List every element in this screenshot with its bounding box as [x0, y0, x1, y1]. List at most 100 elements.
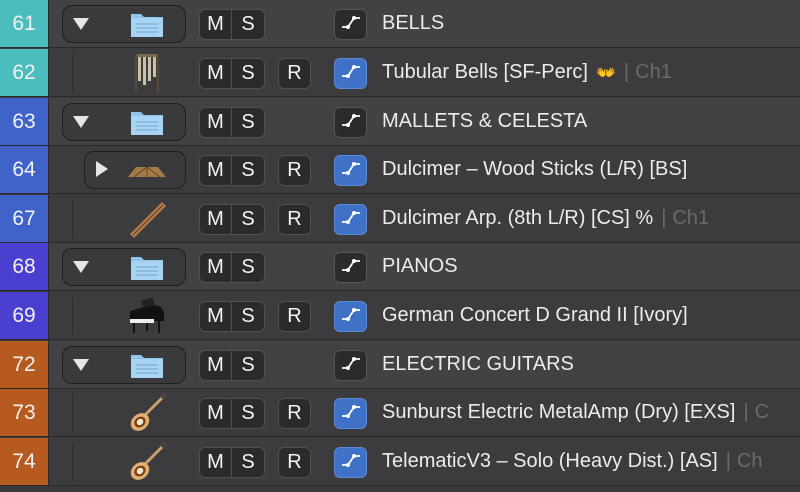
mute-button[interactable]: M	[199, 107, 232, 138]
electric-guitar-icon	[124, 390, 170, 436]
solo-button[interactable]: S	[232, 204, 265, 235]
folder-track-row[interactable]: 61 M S BELLS	[0, 0, 800, 48]
mute-button[interactable]: M	[199, 252, 232, 283]
track-number: 73	[0, 389, 49, 436]
solo-button[interactable]: S	[232, 350, 265, 381]
track-name-text: German Concert D Grand II [Ivory]	[382, 304, 688, 326]
disclosure-triangle-expanded-icon[interactable]	[73, 18, 89, 30]
automation-curve-icon	[340, 404, 362, 423]
disclosure-triangle-expanded-icon[interactable]	[73, 359, 89, 371]
record-enable-button[interactable]: R	[278, 398, 311, 429]
automation-button[interactable]	[334, 252, 367, 283]
track-name[interactable]: Sunburst Electric MetalAmp (Dry) [EXS] | C	[382, 389, 769, 436]
midi-channel-label: Ch1	[672, 207, 710, 229]
dulcimer-icon	[124, 147, 170, 193]
track-row[interactable]: 64 M S R Dulcimer – Wood Sticks (L/R) [BS]	[0, 146, 800, 194]
track-name[interactable]: PIANOS	[382, 243, 458, 290]
automation-button[interactable]	[334, 301, 367, 332]
folder-icon	[130, 351, 164, 379]
track-row[interactable]: 69 M S R German Concert D Grand II [Ivory]	[0, 292, 800, 340]
record-enable-button[interactable]: R	[278, 301, 311, 332]
automation-button[interactable]	[334, 155, 367, 186]
track-name[interactable]: MALLETS & CELESTA	[382, 98, 587, 145]
track-number: 63	[0, 98, 49, 145]
automation-button[interactable]	[334, 9, 367, 40]
record-enable-button[interactable]: R	[278, 204, 311, 235]
disclosure-triangle-collapsed-icon[interactable]	[96, 161, 108, 177]
automation-button[interactable]	[334, 350, 367, 381]
electric-guitar-icon	[124, 439, 170, 485]
folder-track-row[interactable]: 63 M S MALLETS & CELESTA	[0, 98, 800, 146]
automation-curve-icon	[340, 307, 362, 326]
track-number: 69	[0, 292, 49, 339]
record-enable-button[interactable]: R	[278, 58, 311, 89]
folder-track-row[interactable]: 68 M S PIANOS	[0, 243, 800, 291]
automation-button[interactable]	[334, 58, 367, 89]
midi-channel-label: C	[754, 401, 770, 423]
mute-button[interactable]: M	[199, 447, 232, 478]
record-enable-button[interactable]: R	[278, 447, 311, 478]
track-row[interactable]: 62 M S R Tubular Bells [SF-Perc] 👐 | Ch1	[0, 49, 800, 97]
track-name[interactable]: BELLS	[382, 0, 444, 47]
track-number: 67	[0, 195, 49, 242]
track-name-text: TelematicV3 – Solo (Heavy Dist.) [AS]	[382, 450, 718, 472]
mute-button[interactable]: M	[199, 155, 232, 186]
track-name[interactable]: ELECTRIC GUITARS	[382, 341, 574, 388]
automation-curve-icon	[340, 161, 362, 180]
mute-button[interactable]: M	[199, 350, 232, 381]
solo-button[interactable]: S	[232, 9, 265, 40]
track-number: 68	[0, 243, 49, 290]
mute-button[interactable]: M	[199, 9, 232, 40]
track-name[interactable]: Dulcimer Arp. (8th L/R) [CS] % | Ch1	[382, 195, 709, 242]
track-number: 72	[0, 341, 49, 388]
solo-button[interactable]: S	[232, 398, 265, 429]
folder-track-row[interactable]: 72 M S ELECTRIC GUITARS	[0, 341, 800, 389]
disclosure-triangle-expanded-icon[interactable]	[73, 261, 89, 273]
midi-channel-label: Ch1	[635, 61, 672, 83]
track-name-text: MALLETS & CELESTA	[382, 110, 588, 132]
solo-button[interactable]: S	[232, 107, 265, 138]
track-name-text: Dulcimer Arp. (8th L/R) [CS] %	[382, 207, 654, 229]
track-name[interactable]: Dulcimer – Wood Sticks (L/R) [BS]	[382, 146, 687, 193]
automation-curve-icon	[340, 64, 362, 83]
automation-button[interactable]	[334, 107, 367, 138]
automation-button[interactable]	[334, 398, 367, 429]
track-name[interactable]: TelematicV3 – Solo (Heavy Dist.) [AS] | Ch	[382, 438, 762, 485]
track-name-text: Sunburst Electric MetalAmp (Dry) [EXS]	[382, 401, 736, 423]
automation-curve-icon	[340, 356, 362, 375]
solo-button[interactable]: S	[232, 301, 265, 332]
track-number: 74	[0, 438, 49, 485]
track-row[interactable]: 73 M S R Sunburst Electric MetalAmp (Dry) [E…	[0, 389, 800, 437]
solo-button[interactable]: S	[232, 447, 265, 478]
channel-separator: |	[623, 61, 630, 83]
track-name-text: Tubular Bells [SF-Perc]	[382, 61, 588, 83]
solo-button[interactable]: S	[232, 58, 265, 89]
automation-button[interactable]	[334, 447, 367, 478]
record-enable-button[interactable]: R	[278, 155, 311, 186]
track-name-text: ELECTRIC GUITARS	[382, 353, 574, 375]
mute-button[interactable]: M	[199, 204, 232, 235]
folder-icon	[130, 10, 164, 38]
track-row[interactable]: 74 M S R TelematicV3 – Solo (Heavy Dist.) [A…	[0, 438, 800, 486]
automation-curve-icon	[340, 15, 362, 34]
track-number: 62	[0, 49, 49, 96]
midi-channel-label: Ch	[736, 450, 763, 472]
track-row[interactable]: 67 M S R Dulcimer Arp. (8th L/R) [CS] % | Ch1	[0, 195, 800, 243]
solo-button[interactable]: S	[232, 252, 265, 283]
channel-separator: |	[725, 450, 731, 472]
track-number: 64	[0, 146, 49, 193]
track-name-text: BELLS	[382, 12, 445, 34]
mute-button[interactable]: M	[199, 398, 232, 429]
automation-curve-icon	[340, 113, 362, 132]
tubular-bells-icon	[124, 50, 170, 96]
folder-icon	[130, 253, 164, 281]
mute-button[interactable]: M	[199, 58, 232, 89]
disclosure-triangle-expanded-icon[interactable]	[73, 116, 89, 128]
mute-button[interactable]: M	[199, 301, 232, 332]
solo-button[interactable]: S	[232, 155, 265, 186]
track-name-text: Dulcimer – Wood Sticks (L/R) [BS]	[382, 158, 688, 180]
automation-button[interactable]	[334, 204, 367, 235]
track-name[interactable]: German Concert D Grand II [Ivory]	[382, 292, 688, 339]
track-name[interactable]: Tubular Bells [SF-Perc] 👐 | Ch1	[382, 49, 672, 96]
track-list: 61 M S BELLS 62 M S R Tubular Bells [SF-Perc] 👐 | C…	[0, 0, 800, 492]
